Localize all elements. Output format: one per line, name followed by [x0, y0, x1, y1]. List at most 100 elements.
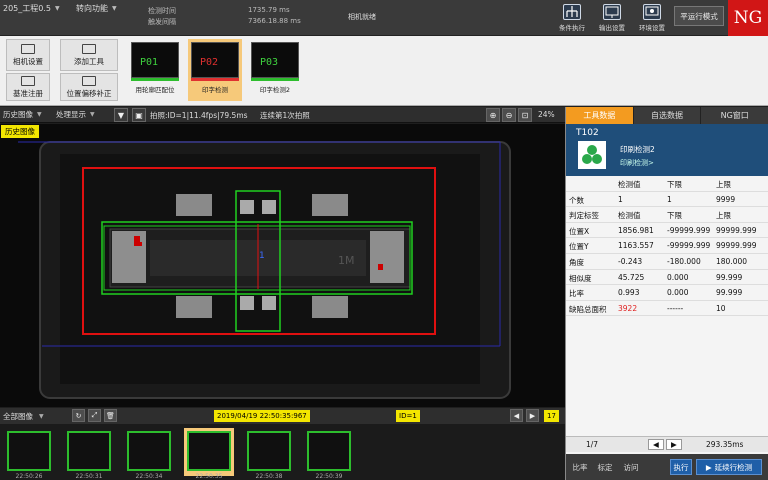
flow-icon: [563, 4, 581, 20]
chevron-down-icon: ▼: [37, 111, 42, 118]
tab-tool-data[interactable]: 工具数据: [566, 107, 634, 124]
next-image-icon[interactable]: ▶: [526, 409, 539, 422]
all-images-select[interactable]: 全部图像 ▼: [3, 411, 44, 422]
film-frame-image: [247, 431, 291, 471]
table-cell: 上限: [716, 211, 731, 221]
tool-thumb-p01[interactable]: P01 用轮廓匹配位: [128, 39, 182, 101]
image-timestamp: 2019/04/19 22:50:35:967: [214, 410, 310, 422]
access-button[interactable]: 访问: [620, 459, 642, 475]
project-select[interactable]: 205_工程0.5 ▼: [3, 2, 60, 15]
tool-code: P01: [140, 57, 159, 68]
film-frame-time: 22:50:38: [255, 473, 283, 480]
position-offset-button[interactable]: 位置偏移补正: [60, 73, 118, 101]
next-page-icon[interactable]: ▶: [666, 439, 682, 450]
zoom-level: 24%: [538, 110, 555, 119]
table-row[interactable]: 位置Y 1163.557 -99999.999 99999.999: [566, 238, 768, 254]
table-cell: -99999.999: [667, 225, 711, 235]
prev-image-icon[interactable]: ◀: [510, 409, 523, 422]
table-row[interactable]: 缺陷总面积 3922 ------ 10: [566, 301, 768, 317]
refresh-icon[interactable]: ↻: [72, 409, 85, 422]
table-cell: 10: [716, 303, 726, 313]
table-row[interactable]: 角度 -0.243 -180.000 180.000: [566, 254, 768, 270]
film-frame-image: [187, 431, 231, 471]
tool-thumb-p02[interactable]: P02 印字检测: [188, 39, 242, 101]
fullscreen-icon[interactable]: ⤢: [88, 409, 101, 422]
fit-view-icon[interactable]: ⊡: [518, 108, 532, 122]
add-tool-button[interactable]: 添加工具: [60, 39, 118, 71]
function-select[interactable]: 转向功能 ▼: [76, 2, 117, 15]
reference-register-label: 基准注册: [13, 88, 43, 98]
table-cell: 下限: [667, 211, 682, 221]
history-select-label: 历史图像: [3, 110, 33, 119]
table-cell: 99999.999: [716, 241, 757, 251]
table-row[interactable]: 个数 1 1 9999: [566, 192, 768, 208]
expand-icon[interactable]: ▼: [114, 108, 128, 122]
delete-icon[interactable]: 🗑: [104, 409, 117, 422]
zoom-out-icon[interactable]: ⊖: [502, 108, 516, 122]
history-image-tag: 历史图像: [1, 125, 39, 138]
camera-settings-label: 相机设置: [13, 56, 43, 66]
film-frame-time: 22:50:35: [195, 473, 223, 480]
history-select[interactable]: 历史图像 ▼: [3, 109, 42, 120]
right-panel-footer: 1/7 ◀ ▶ 293.35ms: [566, 436, 768, 452]
table-row[interactable]: 比率 0.993 0.000 99.999: [566, 285, 768, 301]
add-tool-label: 添加工具: [74, 56, 104, 66]
tool-thumb-p03[interactable]: P03 印字检测2: [248, 39, 302, 101]
table-row[interactable]: 相似度 45.725 0.000 99.999: [566, 270, 768, 286]
chip-terminal-right: [370, 231, 404, 283]
tool-name: 用轮廓匹配位: [135, 86, 175, 94]
camera-capture-icon[interactable]: ▣: [132, 108, 146, 122]
ratio-button[interactable]: 比率: [569, 459, 591, 475]
chip-marking-text: 1M: [338, 254, 355, 267]
pad-top-mid-a: [240, 200, 254, 214]
elapsed-time: 293.35ms: [706, 440, 744, 449]
film-frame[interactable]: 22:50:39: [304, 428, 354, 480]
tool-status-bar: [131, 78, 179, 81]
table-cell: 1856.981: [618, 225, 654, 235]
table-cell: -180.000: [667, 256, 701, 266]
table-cell: 判定标签: [569, 211, 599, 221]
continue-detect-button[interactable]: ▶ 延续行检测: [696, 459, 762, 475]
conditional-exec-button[interactable]: 条件执行: [556, 2, 588, 34]
wrench-icon: [82, 43, 96, 54]
table-cell: 0.000: [667, 272, 689, 282]
capture-status-text: 拍照:ID=1|11.4fps|79.5ms: [150, 111, 248, 120]
execute-button[interactable]: 执行: [670, 459, 692, 475]
zoom-in-icon[interactable]: ⊕: [486, 108, 500, 122]
right-panel-actions: 比率 标定 访问 执行 ▶ 延续行检测: [566, 454, 768, 480]
reference-register-button[interactable]: 基准注册: [6, 73, 50, 101]
film-frame-image: [67, 431, 111, 471]
top-bar: 205_工程0.5 ▼ 转向功能 ▼ 检测时间 触发间隔 1735.79 ms …: [0, 0, 768, 36]
environment-settings-button[interactable]: 环境设置: [636, 2, 668, 34]
output-settings-button[interactable]: 输出设置: [596, 2, 628, 34]
tool-status-bar: [251, 78, 299, 81]
tab-custom-data[interactable]: 自选数据: [634, 107, 702, 124]
film-frame-time: 22:50:39: [315, 473, 343, 480]
table-cell: 比率: [569, 289, 584, 299]
table-subheader-row: 判定标签 检测值 下限 上限: [566, 207, 768, 223]
prev-page-icon[interactable]: ◀: [648, 439, 664, 450]
film-frame[interactable]: 22:50:31: [64, 428, 114, 480]
calibrate-button[interactable]: 标定: [594, 459, 616, 475]
position-offset-label: 位置偏移补正: [66, 88, 112, 98]
tab-ng-window[interactable]: NG窗口: [701, 107, 768, 124]
run-mode-button[interactable]: 平运行模式: [674, 6, 724, 26]
register-icon: [21, 75, 35, 86]
film-frame[interactable]: 22:50:34: [124, 428, 174, 480]
image-canvas[interactable]: 1M 1 历史图像: [0, 124, 565, 407]
tool-thumb-image: P02: [191, 42, 239, 78]
pad-top-right: [312, 194, 348, 216]
trigger-interval-value: 7366.18.88 ms: [248, 17, 301, 25]
film-frame-selected[interactable]: 22:50:35: [184, 428, 234, 480]
table-cell: 99.999: [716, 288, 743, 298]
all-images-label: 全部图像: [3, 411, 33, 421]
film-frame[interactable]: 22:50:26: [4, 428, 54, 480]
camera-settings-button[interactable]: 相机设置: [6, 39, 50, 71]
process-display-select[interactable]: 处理显示 ▼: [56, 109, 95, 120]
film-frame[interactable]: 22:50:38: [244, 428, 294, 480]
chevron-down-icon: ▼: [112, 5, 117, 12]
table-cell: 45.725: [618, 272, 645, 282]
table-row[interactable]: 位置X 1856.981 -99999.999 99999.999: [566, 223, 768, 239]
film-frame-time: 22:50:34: [135, 473, 163, 480]
table-cell: 0.993: [618, 288, 640, 298]
